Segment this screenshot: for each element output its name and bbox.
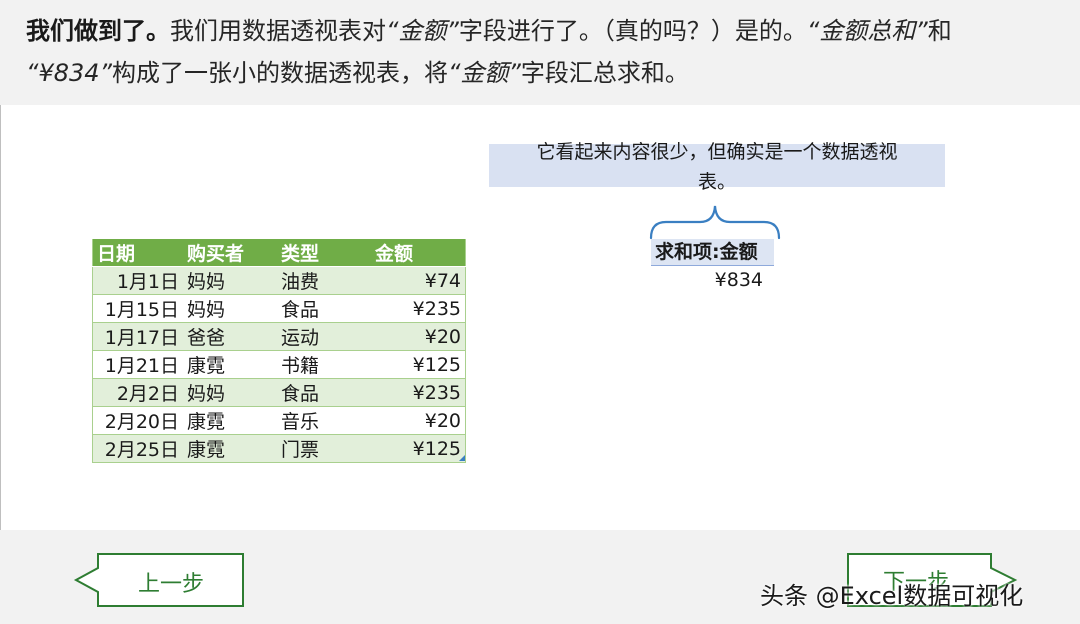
table-row: 1月1日 妈妈 油费 ¥74 bbox=[92, 266, 466, 295]
pivot-value-cell[interactable]: ¥834 bbox=[651, 266, 763, 294]
header-quote: “金额” bbox=[386, 17, 459, 45]
column-header-type[interactable]: 类型 bbox=[277, 239, 371, 267]
table-cell[interactable]: 妈妈 bbox=[183, 266, 277, 295]
callout-line-1: 它看起来内容很少，但确实是一个数据透视 bbox=[536, 141, 898, 163]
source-data-table[interactable]: 日期 购买者 类型 金额 1月1日 妈妈 油费 ¥74 1月15日 妈妈 食品 … bbox=[92, 239, 466, 463]
table-cell[interactable]: 康霓 bbox=[183, 406, 277, 435]
table-row: 2月20日 康霓 音乐 ¥20 bbox=[92, 406, 466, 435]
table-cell[interactable]: ¥74 bbox=[371, 266, 466, 295]
header-bold-lead: 我们做到了。 bbox=[26, 17, 170, 45]
table-row: 1月17日 爸爸 运动 ¥20 bbox=[92, 322, 466, 351]
table-cell[interactable]: 食品 bbox=[277, 378, 371, 407]
header-quote: “¥834” bbox=[26, 59, 112, 87]
callout-line-2: 表。 bbox=[697, 171, 736, 193]
table-cell[interactable]: ¥235 bbox=[371, 294, 466, 323]
header-line-2: “¥834”构成了一张小的数据透视表，将“金额”字段汇总求和。 bbox=[26, 52, 1054, 94]
column-header-amount[interactable]: 金额 bbox=[371, 239, 466, 267]
content-left-border bbox=[0, 105, 1, 530]
previous-step-button[interactable]: 上一步 bbox=[70, 550, 250, 610]
header-quote: “金额总和” bbox=[806, 17, 928, 45]
table-resize-handle[interactable] bbox=[459, 455, 465, 461]
table-cell[interactable]: 1月21日 bbox=[92, 350, 183, 379]
pivot-header-cell[interactable]: 求和项:金额 bbox=[651, 239, 774, 266]
table-cell[interactable]: 妈妈 bbox=[183, 294, 277, 323]
header-quote: “金额” bbox=[447, 59, 521, 87]
callout-text: 它看起来内容很少，但确实是一个数据透视 表。 bbox=[489, 137, 945, 197]
instruction-header: 我们做到了。我们用数据透视表对“金额”字段进行了。（真的吗？）是的。“金额总和”… bbox=[0, 0, 1080, 105]
column-header-date[interactable]: 日期 bbox=[92, 239, 183, 267]
header-text: 字段进行了。（真的吗？）是的。 bbox=[458, 17, 807, 45]
header-text: 和 bbox=[927, 17, 952, 45]
table-cell[interactable]: 门票 bbox=[277, 434, 371, 463]
table-cell[interactable]: 康霓 bbox=[183, 434, 277, 463]
table-cell[interactable]: 书籍 bbox=[277, 350, 371, 379]
table-header-row: 日期 购买者 类型 金额 bbox=[92, 239, 466, 267]
curly-brace-icon bbox=[649, 205, 781, 240]
table-row: 1月21日 康霓 书籍 ¥125 bbox=[92, 350, 466, 379]
table-cell[interactable]: ¥20 bbox=[371, 322, 466, 351]
table-cell[interactable]: 1月15日 bbox=[92, 294, 183, 323]
table-cell[interactable]: 2月25日 bbox=[92, 434, 183, 463]
table-cell[interactable]: 康霓 bbox=[183, 350, 277, 379]
table-cell[interactable]: 运动 bbox=[277, 322, 371, 351]
table-cell[interactable]: ¥125 bbox=[371, 350, 466, 379]
table-cell[interactable]: 2月2日 bbox=[92, 378, 183, 407]
header-text: 我们用数据透视表对 bbox=[170, 17, 386, 45]
table-cell[interactable]: ¥20 bbox=[371, 406, 466, 435]
table-cell[interactable]: 2月20日 bbox=[92, 406, 183, 435]
table-cell[interactable]: 1月1日 bbox=[92, 266, 183, 295]
table-cell[interactable]: 妈妈 bbox=[183, 378, 277, 407]
header-line-1: 我们做到了。我们用数据透视表对“金额”字段进行了。（真的吗？）是的。“金额总和”… bbox=[26, 10, 1054, 52]
column-header-buyer[interactable]: 购买者 bbox=[183, 239, 277, 267]
table-cell[interactable]: ¥125 bbox=[371, 434, 466, 463]
table-cell[interactable]: ¥235 bbox=[371, 378, 466, 407]
table-row: 2月2日 妈妈 食品 ¥235 bbox=[92, 378, 466, 407]
table-cell[interactable]: 油费 bbox=[277, 266, 371, 295]
header-text: 构成了一张小的数据透视表，将 bbox=[111, 59, 448, 87]
table-cell[interactable]: 1月17日 bbox=[92, 322, 183, 351]
table-cell[interactable]: 爸爸 bbox=[183, 322, 277, 351]
header-text: 字段汇总求和。 bbox=[520, 59, 689, 87]
table-row: 2月25日 康霓 门票 ¥125 bbox=[92, 434, 466, 463]
watermark: 头条 @Excel数据可视化 bbox=[760, 582, 1024, 610]
table-cell[interactable]: 食品 bbox=[277, 294, 371, 323]
table-cell[interactable]: 音乐 bbox=[277, 406, 371, 435]
previous-step-label: 上一步 bbox=[138, 572, 205, 597]
table-row: 1月15日 妈妈 食品 ¥235 bbox=[92, 294, 466, 323]
